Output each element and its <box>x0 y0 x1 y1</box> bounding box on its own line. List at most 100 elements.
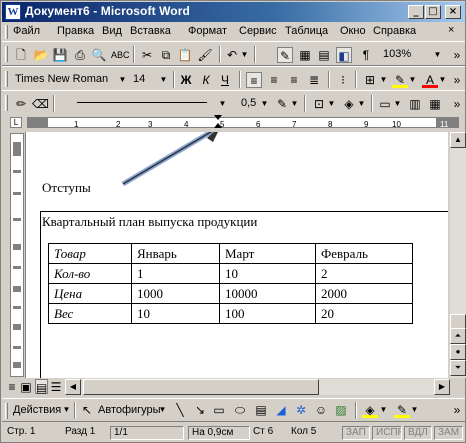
italic-button[interactable]: К <box>198 72 214 88</box>
shading-color-icon[interactable]: ◈ <box>341 96 357 112</box>
next-page-button[interactable]: ⏷ <box>450 360 466 376</box>
toolbar-grip[interactable] <box>5 46 8 62</box>
vertical-ruler[interactable] <box>10 133 24 377</box>
status-rec[interactable]: ЗАП <box>342 426 370 440</box>
table-cell[interactable]: 10000 <box>219 283 316 304</box>
toolbar-options-icon[interactable]: » <box>449 72 465 88</box>
data-table[interactable]: Товар Январь Март Февраль Кол-во 1 10 2 … <box>48 243 413 324</box>
scroll-up-button[interactable]: ▲ <box>450 132 466 148</box>
save-icon[interactable]: 💾 <box>52 47 68 63</box>
status-track-changes[interactable]: ИСПР <box>372 426 402 440</box>
menu-table[interactable]: Таблица <box>285 25 328 37</box>
menu-help[interactable]: Справка <box>373 25 416 37</box>
toolbar-options-icon[interactable]: » <box>449 402 465 418</box>
fill-color-dropdown[interactable]: ▼ <box>379 402 388 418</box>
select-browse-object-button[interactable]: ● <box>450 344 466 360</box>
outside-border-icon[interactable]: ⊞ <box>362 72 378 88</box>
menu-file[interactable]: Файл <box>13 25 40 37</box>
menu-insert[interactable]: Вставка <box>130 25 171 37</box>
toolbar-options-icon[interactable]: » <box>449 47 465 63</box>
toolbar-grip[interactable] <box>5 95 8 111</box>
word-app-icon[interactable]: W <box>5 4 21 20</box>
copy-icon[interactable]: ⧉ <box>158 47 174 63</box>
status-extend[interactable]: ВДЛ <box>404 426 432 440</box>
scroll-left-button[interactable]: ◀ <box>65 379 81 395</box>
status-overtype[interactable]: ЗАМ <box>434 426 463 440</box>
table-header-cell[interactable]: Февраль <box>315 243 413 264</box>
align-center-icon[interactable]: ≡ <box>266 72 282 88</box>
draw-table-icon[interactable]: ✏ <box>13 96 29 112</box>
show-formatting-icon[interactable]: ¶ <box>358 47 374 63</box>
picture-icon[interactable]: ▨ <box>333 402 349 418</box>
arrow-tool-icon[interactable]: ↘ <box>192 402 208 418</box>
border-dropdown[interactable]: ▼ <box>379 72 388 88</box>
underline-button[interactable]: Ч <box>217 72 233 88</box>
menu-grip[interactable] <box>5 25 8 39</box>
autoshapes-dropdown[interactable]: ▼ <box>158 402 167 418</box>
zoom-dropdown[interactable]: ▼ <box>433 47 442 63</box>
previous-page-button[interactable]: ⏶ <box>450 328 466 344</box>
font-color-dropdown[interactable]: ▼ <box>438 72 447 88</box>
select-objects-icon[interactable]: ↖ <box>79 402 95 418</box>
line-tool-icon[interactable]: ╲ <box>172 402 188 418</box>
shading-dropdown[interactable]: ▼ <box>357 96 366 112</box>
format-painter-icon[interactable]: 🖌 <box>197 47 213 63</box>
paste-icon[interactable]: 📋 <box>177 47 193 63</box>
outside-border-icon[interactable]: ⊡ <box>311 96 327 112</box>
vertical-scrollbar[interactable]: ▲ ⏶ ● ⏷ <box>450 132 466 378</box>
table-cell[interactable]: 1000 <box>131 283 220 304</box>
horizontal-scrollbar[interactable]: ◀ ▶ <box>65 379 450 395</box>
toolbar-options-icon[interactable]: » <box>449 96 465 112</box>
table-cell[interactable]: 20 <box>315 303 413 324</box>
cut-icon[interactable]: ✂ <box>139 47 155 63</box>
spelling-icon[interactable]: ABC <box>111 47 130 63</box>
horizontal-scroll-thumb[interactable] <box>83 379 319 395</box>
hanging-indent-marker[interactable] <box>214 123 222 128</box>
table-cell[interactable]: 10 <box>219 263 316 284</box>
minimize-button[interactable]: _ <box>408 5 424 19</box>
font-name-dropdown[interactable]: ▼ <box>118 72 127 88</box>
first-line-indent-marker[interactable] <box>214 115 222 120</box>
highlight-icon[interactable]: ✎ <box>392 72 408 88</box>
align-left-icon[interactable]: ≡ <box>246 72 262 88</box>
autoshapes-menu[interactable]: Автофигуры <box>98 404 161 416</box>
merge-cells-icon[interactable]: ▭ <box>377 96 393 112</box>
insert-table-grid-icon[interactable]: ▦ <box>427 96 443 112</box>
table-header-cell[interactable]: Март <box>219 243 316 264</box>
horizontal-ruler[interactable]: L 1 2 3 4 5 6 7 8 9 10 11 <box>2 114 465 131</box>
line-style-combo[interactable] <box>77 102 207 103</box>
fill-color-icon[interactable]: ◈ <box>362 402 378 418</box>
table-dropdown[interactable]: ▼ <box>393 96 402 112</box>
print-icon[interactable]: ⎙ <box>72 47 88 63</box>
undo-icon[interactable]: ↶ <box>224 47 240 63</box>
font-name-combo[interactable]: Times New Roman <box>13 71 117 89</box>
table-header-cell[interactable]: Январь <box>131 243 220 264</box>
ruler-strip[interactable]: 1 2 3 4 5 6 7 8 9 10 11 <box>27 115 459 129</box>
table-cell[interactable]: 1 <box>131 263 220 284</box>
clip-art-icon[interactable]: ☺ <box>313 402 329 418</box>
table-cell[interactable]: 2 <box>315 263 413 284</box>
toolbar-grip[interactable] <box>5 403 8 419</box>
outline-view-icon[interactable]: ☰ <box>50 379 62 395</box>
close-button[interactable]: × <box>445 5 461 19</box>
actions-menu[interactable]: Действия <box>13 404 61 416</box>
maximize-button[interactable]: □ <box>425 5 441 19</box>
table-cell[interactable]: 10 <box>131 303 220 324</box>
font-color-icon[interactable]: A <box>422 72 438 88</box>
insert-table-icon[interactable]: ▦ <box>297 47 313 63</box>
line-style-dropdown[interactable]: ▼ <box>218 96 227 112</box>
border-color-icon[interactable]: ✎ <box>274 96 290 112</box>
font-size-combo[interactable]: 14 <box>131 71 159 89</box>
bullets-icon[interactable]: ⁝ <box>335 72 351 88</box>
menu-format[interactable]: Формат <box>188 25 227 37</box>
insert-excel-icon[interactable]: ▤ <box>316 47 332 63</box>
title-bar[interactable]: W Документ6 - Microsoft Word _ □ × <box>2 2 465 22</box>
web-view-icon[interactable]: ▣ <box>20 379 32 395</box>
bold-button[interactable]: Ж <box>178 72 194 88</box>
close-document-button[interactable]: × <box>448 24 454 36</box>
table-cell[interactable]: 100 <box>219 303 316 324</box>
document-map-icon[interactable]: ◧ <box>336 47 352 63</box>
line-color-icon[interactable]: ✎ <box>394 402 410 418</box>
actions-dropdown[interactable]: ▼ <box>62 402 71 418</box>
rectangle-tool-icon[interactable]: ▭ <box>211 402 227 418</box>
